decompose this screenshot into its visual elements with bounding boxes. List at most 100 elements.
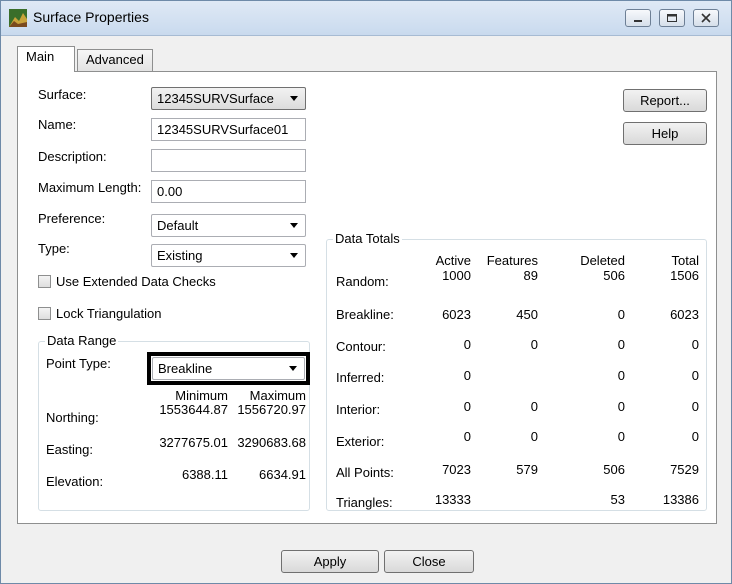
tab-advanced-label: Advanced — [86, 52, 144, 67]
lock-triangulation-label: Lock Triangulation — [56, 306, 162, 321]
breakline-total: 6023 — [670, 307, 699, 322]
description-label: Description: — [38, 149, 107, 164]
chevron-down-icon — [290, 223, 298, 228]
contour-label: Contour: — [336, 339, 386, 354]
random-deleted: 506 — [603, 268, 625, 283]
inferred-total: 0 — [691, 368, 699, 383]
random-active: 1000 — [442, 268, 471, 283]
random-features: 89 — [523, 268, 538, 283]
type-dropdown[interactable]: Existing — [151, 244, 306, 267]
title-bar: Surface Properties — [1, 1, 731, 36]
northing-max: 1556720.97 — [237, 402, 306, 417]
exterior-total: 0 — [691, 429, 699, 444]
lock-triangulation-checkbox[interactable] — [38, 307, 51, 320]
maximum-length-label: Maximum Length: — [38, 180, 142, 195]
contour-features: 0 — [530, 337, 538, 352]
exterior-features: 0 — [530, 429, 538, 444]
contour-deleted: 0 — [617, 337, 625, 352]
all-points-label: All Points: — [336, 465, 394, 480]
exterior-label: Exterior: — [336, 434, 385, 449]
random-label: Random: — [336, 274, 389, 289]
elevation-min: 6388.11 — [181, 467, 228, 482]
data-range-title: Data Range — [45, 333, 119, 348]
contour-active: 0 — [463, 337, 471, 352]
deleted-header: Deleted — [580, 253, 625, 268]
description-field[interactable] — [151, 149, 306, 172]
all-points-active: 7023 — [442, 462, 471, 477]
point-type-label: Point Type: — [46, 356, 111, 371]
window-title: Surface Properties — [33, 9, 149, 25]
breakline-label: Breakline: — [336, 307, 394, 322]
tab-main-label: Main — [26, 49, 55, 64]
triangles-label: Triangles: — [336, 495, 393, 510]
random-total: 1506 — [670, 268, 699, 283]
minimum-header: Minimum — [175, 388, 228, 403]
all-points-deleted: 506 — [603, 462, 625, 477]
tab-strip: Main Advanced — [1, 35, 731, 72]
extended-data-checks-label: Use Extended Data Checks — [56, 274, 216, 289]
close-window-button[interactable] — [693, 9, 719, 27]
maximize-button[interactable] — [659, 9, 685, 27]
breakline-features: 450 — [516, 307, 538, 322]
inferred-active: 0 — [463, 368, 471, 383]
tab-main[interactable]: Main — [17, 46, 75, 72]
breakline-deleted: 0 — [617, 307, 625, 322]
tab-advanced[interactable]: Advanced — [77, 49, 153, 71]
point-type-dropdown-value: Breakline — [158, 361, 213, 376]
elevation-label: Elevation: — [46, 474, 104, 489]
type-label: Type: — [38, 241, 70, 256]
interior-active: 0 — [463, 399, 471, 414]
main-tab-panel: Surface: 12345SURVSurface Name: 12345SUR… — [17, 71, 717, 524]
interior-deleted: 0 — [617, 399, 625, 414]
exterior-active: 0 — [463, 429, 471, 444]
interior-label: Interior: — [336, 402, 381, 417]
total-header: Total — [671, 253, 699, 268]
minimize-button[interactable] — [625, 9, 651, 27]
preference-dropdown-value: Default — [157, 218, 199, 233]
inferred-label: Inferred: — [336, 370, 385, 385]
northing-label: Northing: — [46, 410, 99, 425]
interior-features: 0 — [530, 399, 538, 414]
interior-total: 0 — [691, 399, 699, 414]
chevron-down-icon — [290, 253, 298, 258]
surface-app-icon — [9, 9, 27, 27]
apply-button[interactable]: Apply — [281, 550, 379, 573]
elevation-max: 6634.91 — [259, 467, 306, 482]
features-header: Features — [486, 253, 538, 268]
help-button[interactable]: Help — [623, 122, 707, 145]
maximum-length-value: 0.00 — [157, 184, 183, 199]
surface-dropdown-value: 12345SURVSurface — [157, 91, 274, 106]
type-dropdown-value: Existing — [157, 248, 203, 263]
all-points-total: 7529 — [670, 462, 699, 477]
close-button[interactable]: Close — [384, 550, 474, 573]
name-field-value: 12345SURVSurface01 — [157, 122, 289, 137]
chevron-down-icon — [290, 96, 298, 101]
name-label: Name: — [38, 117, 77, 132]
preference-label: Preference: — [38, 211, 106, 226]
surface-label: Surface: — [38, 87, 87, 102]
easting-min: 3277675.01 — [159, 435, 228, 450]
report-button[interactable]: Report... — [623, 89, 707, 112]
exterior-deleted: 0 — [617, 429, 625, 444]
surface-dropdown[interactable]: 12345SURVSurface — [151, 87, 306, 110]
triangles-active: 13333 — [434, 492, 471, 507]
preference-dropdown[interactable]: Default — [151, 214, 306, 237]
close-icon — [701, 13, 711, 23]
data-totals-title: Data Totals — [333, 231, 402, 246]
extended-data-checks-checkbox[interactable] — [38, 275, 51, 288]
northing-min: 1553644.87 — [159, 402, 228, 417]
point-type-dropdown[interactable]: Breakline — [152, 357, 305, 380]
maximum-length-field[interactable]: 0.00 — [151, 180, 306, 203]
inferred-deleted: 0 — [617, 368, 625, 383]
chevron-down-icon — [289, 366, 297, 371]
active-header: Active — [435, 253, 471, 268]
surface-properties-window: Surface Properties Main Advanced Surface… — [0, 0, 732, 584]
triangles-total: 13386 — [662, 492, 699, 507]
triangles-deleted: 53 — [610, 492, 625, 507]
contour-total: 0 — [691, 337, 699, 352]
easting-max: 3290683.68 — [237, 435, 306, 450]
breakline-active: 6023 — [442, 307, 471, 322]
minimize-icon — [634, 20, 642, 22]
name-field[interactable]: 12345SURVSurface01 — [151, 118, 306, 141]
easting-label: Easting: — [46, 442, 93, 457]
